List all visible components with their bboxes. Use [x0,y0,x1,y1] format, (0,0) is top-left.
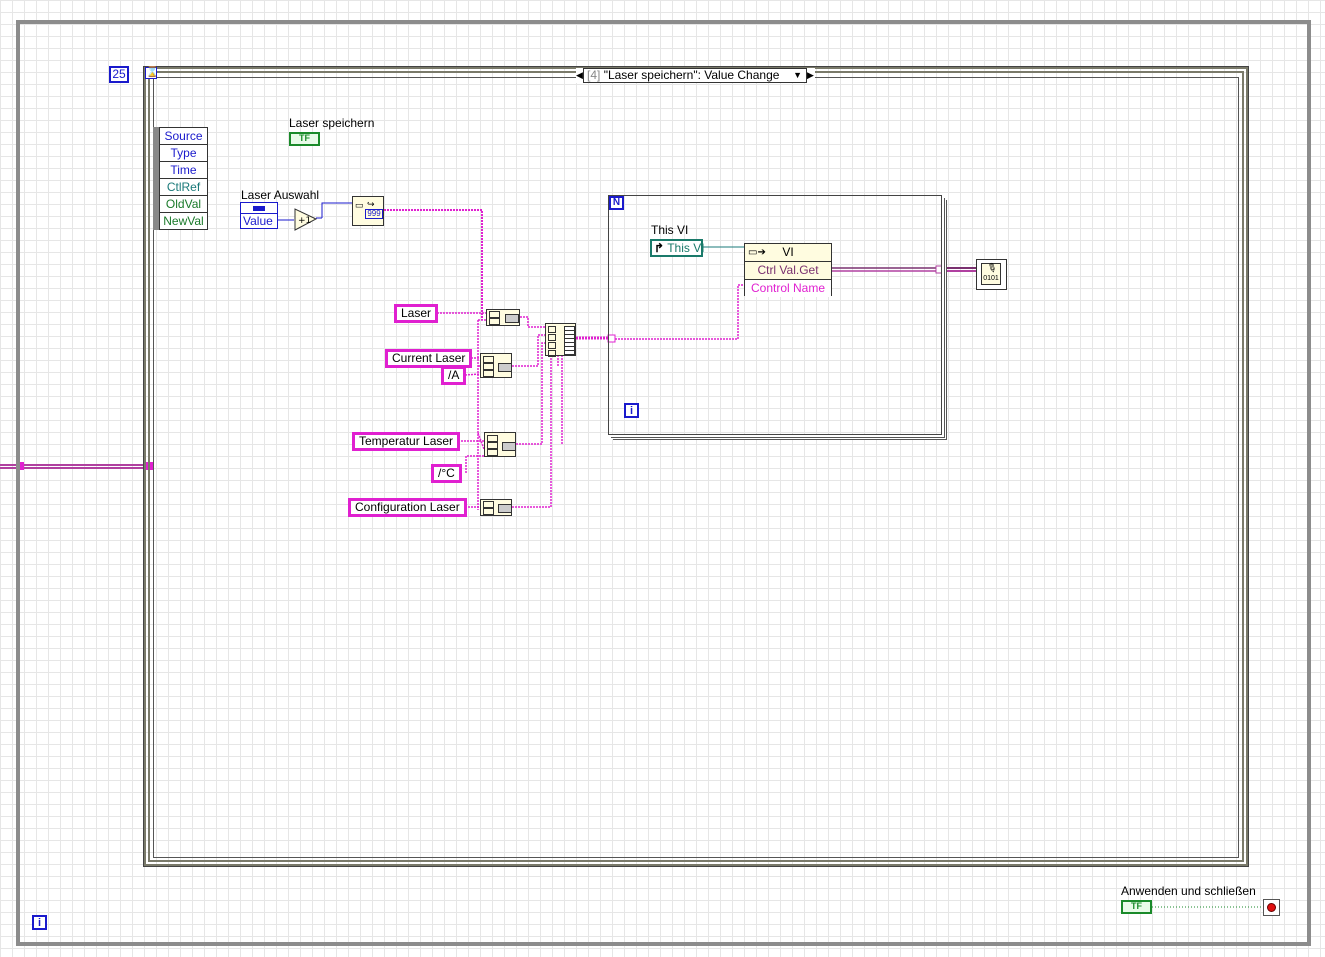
chevron-down-icon[interactable]: ▼ [793,69,802,82]
laser-auswahl-label: Laser Auswahl [241,188,320,202]
string-const-laser[interactable]: Laser [394,304,439,323]
event-data-newval[interactable]: NewVal [159,213,208,230]
this-vi-constant[interactable]: ↱ This VI [650,239,705,257]
anwenden-terminal[interactable]: TF [1121,900,1152,914]
concatenate-icon[interactable] [480,499,512,516]
event-data-time[interactable]: Time [159,162,208,179]
invoke-node-method[interactable]: Ctrl Val.Get [745,262,831,280]
laser-speichern-terminal[interactable]: TF [289,132,320,146]
timeout-constant[interactable]: 25 [109,66,129,83]
string-const-unit-c[interactable]: /°C [431,464,462,483]
invoke-node-class: ▭➔ VI [745,244,831,262]
event-data-ctlref[interactable]: CtlRef [159,179,208,196]
stop-label: Anwenden und schließen [1121,884,1256,898]
svg-text:+1: +1 [298,216,311,226]
string-const-unit-a[interactable]: /A [441,366,467,385]
this-vi-constant-text: This VI [667,241,705,255]
invoke-node[interactable]: ▭➔ VI Ctrl Val.Get Control Name [744,243,832,297]
format-into-string-icon[interactable]: ▭ ↪ 999 [352,196,384,226]
prev-case-icon[interactable]: ◀ [576,68,584,83]
hourglass-icon: ⌛ [145,67,159,79]
class-icon: ▭➔ [748,247,766,258]
event-data-source[interactable]: Source [159,127,208,145]
invoke-node-class-text: VI [782,245,794,259]
laser-auswahl-value[interactable]: Value [240,213,278,229]
laser-speichern-label: Laser speichern [289,116,375,130]
for-loop-count-terminal[interactable]: N [609,196,624,210]
refresh-icon: ↱ [654,241,665,255]
event-data-type[interactable]: Type [159,145,208,162]
event-case-selector[interactable]: [4] "Laser speichern": Value Change ▼ [576,68,815,83]
event-data-node[interactable]: Source Type Time CtlRef OldVal NewVal [153,127,208,230]
concatenate-icon[interactable] [484,432,516,457]
concatenate-icon[interactable] [480,353,512,378]
string-const-temperatur-laser[interactable]: Temperatur Laser [352,432,461,451]
stop-dot [1267,903,1276,912]
invoke-node-param[interactable]: Control Name [745,280,831,297]
format-string-num: 999 [365,209,383,219]
increment-icon[interactable]: +1 [294,208,317,231]
next-case-icon[interactable]: ▶ [806,68,815,83]
this-vi-label: This VI [651,223,689,237]
for-loop-iteration-terminal: i [624,403,639,418]
flatten-to-string-icon[interactable]: 0101 ✎ [976,259,1007,290]
while-loop-iteration-terminal: i [32,915,47,930]
event-data-oldval[interactable]: OldVal [159,196,208,213]
build-array-icon[interactable] [545,323,576,357]
case-index: [4] [587,68,601,82]
concatenate-icon[interactable] [486,309,520,326]
case-label: "Laser speichern": Value Change [603,68,780,82]
string-const-configuration-laser[interactable]: Configuration Laser [348,498,467,517]
